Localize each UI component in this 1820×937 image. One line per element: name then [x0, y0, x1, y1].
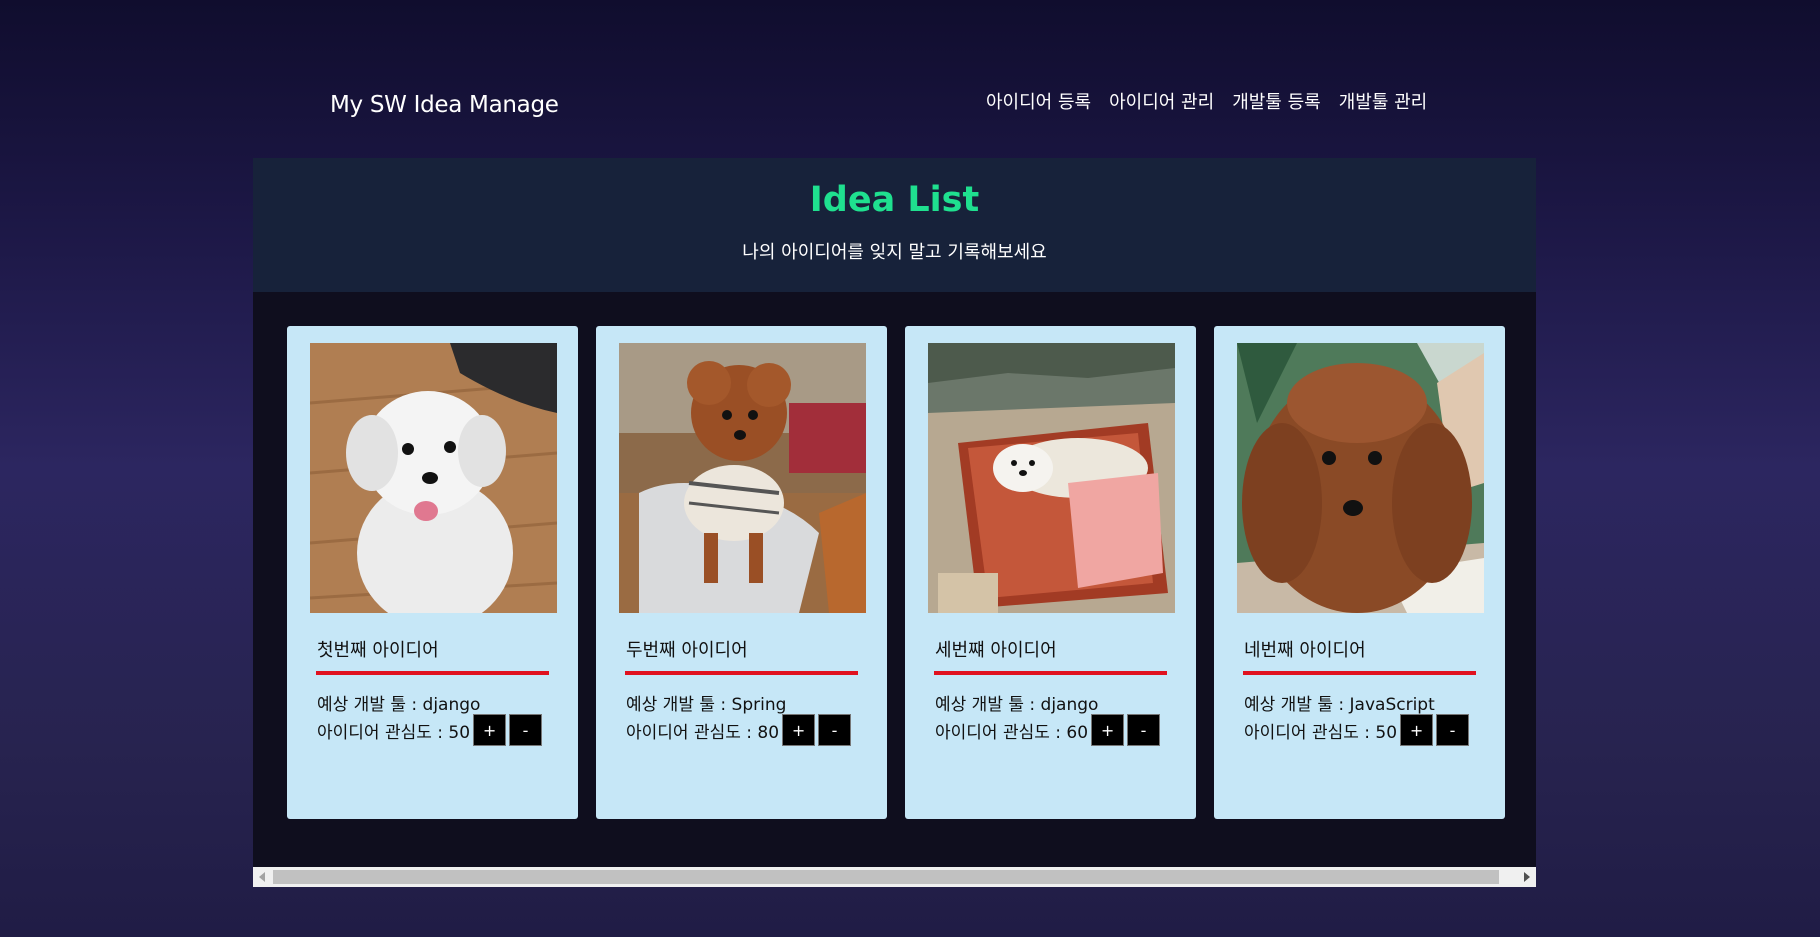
- page-subtitle: 나의 아이디어를 잊지 말고 기록해보세요: [742, 242, 1047, 263]
- nav-tool-register[interactable]: 개발툴 등록: [1232, 88, 1321, 114]
- idea-dev-tool: 예상 개발 툴 : django: [317, 695, 481, 715]
- scroll-right-icon[interactable]: [1524, 872, 1530, 882]
- idea-card: 첫번째 아이디어 예상 개발 툴 : django 아이디어 관심도 : 50 …: [287, 326, 578, 819]
- scroll-thumb[interactable]: [273, 870, 1499, 884]
- idea-interest-row: 아이디어 관심도 : 80 + -: [626, 714, 852, 746]
- page-title: Idea List: [809, 180, 980, 220]
- title-divider: [934, 671, 1167, 675]
- idea-dev-tool: 예상 개발 툴 : django: [935, 695, 1099, 715]
- idea-title: 세번쨰 아이디어: [935, 640, 1057, 661]
- decrease-interest-button[interactable]: -: [818, 714, 852, 746]
- increase-interest-button[interactable]: +: [782, 714, 816, 746]
- idea-gallery: 첫번째 아이디어 예상 개발 툴 : django 아이디어 관심도 : 50 …: [253, 292, 1536, 867]
- idea-dev-tool: 예상 개발 툴 : JavaScript: [1244, 695, 1435, 715]
- idea-card: 네번째 아이디어 예상 개발 툴 : JavaScript 아이디어 관심도 :…: [1214, 326, 1505, 819]
- decrease-interest-button[interactable]: -: [509, 714, 543, 746]
- idea-interest: 아이디어 관심도 : 50: [1244, 722, 1398, 743]
- idea-photo: [619, 343, 866, 613]
- decrease-interest-button[interactable]: -: [1436, 714, 1470, 746]
- idea-title: 첫번째 아이디어: [317, 640, 439, 661]
- increase-interest-button[interactable]: +: [1091, 714, 1125, 746]
- title-divider: [625, 671, 858, 675]
- decrease-interest-button[interactable]: -: [1127, 714, 1161, 746]
- idea-title: 두번째 아이디어: [626, 640, 748, 661]
- nav-tool-manage[interactable]: 개발툴 관리: [1339, 88, 1428, 114]
- top-nav: 아이디어 등록 아이디어 관리 개발툴 등록 개발툴 관리: [986, 88, 1427, 114]
- idea-title: 네번째 아이디어: [1244, 640, 1366, 661]
- idea-card: 두번째 아이디어 예상 개발 툴 : Spring 아이디어 관심도 : 80 …: [596, 326, 887, 819]
- idea-interest-row: 아이디어 관심도 : 50 + -: [317, 714, 543, 746]
- idea-photo: [1237, 343, 1484, 613]
- nav-idea-register[interactable]: 아이디어 등록: [986, 88, 1091, 114]
- title-divider: [1243, 671, 1476, 675]
- nav-idea-manage[interactable]: 아이디어 관리: [1109, 88, 1214, 114]
- idea-photo: [310, 343, 557, 613]
- horizontal-scrollbar[interactable]: [253, 867, 1536, 887]
- brand-title[interactable]: My SW Idea Manage: [330, 92, 559, 118]
- idea-photo: [928, 343, 1175, 613]
- title-divider: [316, 671, 549, 675]
- idea-interest: 아이디어 관심도 : 60: [935, 722, 1089, 743]
- idea-interest: 아이디어 관심도 : 80: [626, 722, 780, 743]
- idea-interest: 아이디어 관심도 : 50: [317, 722, 471, 743]
- scroll-left-icon[interactable]: [259, 872, 265, 882]
- idea-interest-row: 아이디어 관심도 : 60 + -: [935, 714, 1161, 746]
- increase-interest-button[interactable]: +: [1400, 714, 1434, 746]
- hero-banner: Idea List 나의 아이디어를 잊지 말고 기록해보세요: [253, 158, 1536, 292]
- idea-interest-row: 아이디어 관심도 : 50 + -: [1244, 714, 1470, 746]
- idea-dev-tool: 예상 개발 툴 : Spring: [626, 695, 787, 715]
- increase-interest-button[interactable]: +: [473, 714, 507, 746]
- idea-card: 세번쨰 아이디어 예상 개발 툴 : django 아이디어 관심도 : 60 …: [905, 326, 1196, 819]
